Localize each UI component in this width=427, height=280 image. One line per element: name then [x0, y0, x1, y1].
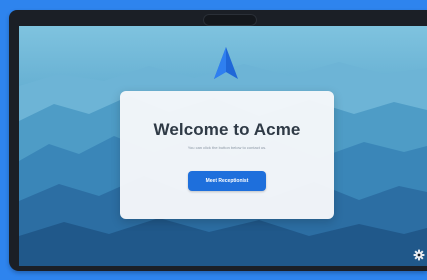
welcome-title: Welcome to Acme [153, 120, 301, 139]
meet-receptionist-button[interactable]: Meet Receptionist [188, 171, 266, 191]
welcome-subtitle: You can click the button below to contac… [187, 145, 267, 150]
kiosk-screen: Welcome to Acme You can click the button… [19, 26, 427, 266]
camera-notch [203, 14, 257, 26]
gear-icon [413, 249, 425, 261]
paper-plane-arrow-icon [214, 47, 238, 79]
welcome-card: Welcome to Acme You can click the button… [120, 91, 334, 219]
settings-button[interactable] [413, 249, 425, 261]
